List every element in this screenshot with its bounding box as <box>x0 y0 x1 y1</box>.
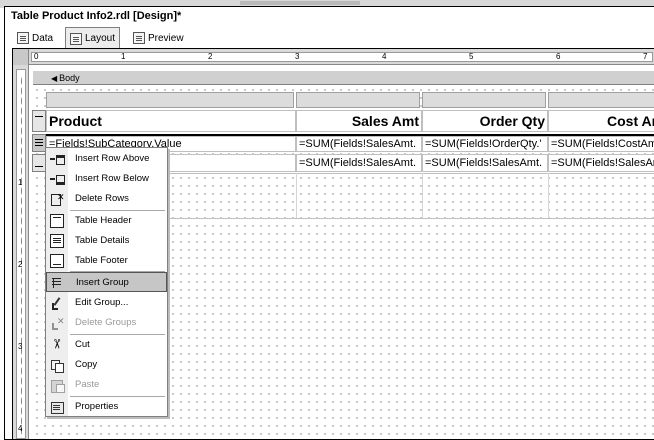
footer-cell-order-qty[interactable]: =SUM(Fields!SalesAmt. <box>422 154 548 172</box>
detail-cell-sales-amt[interactable]: =SUM(Fields!SalesAmt. <box>296 136 422 152</box>
column-handle[interactable] <box>422 92 546 108</box>
insert-group-icon <box>51 276 65 290</box>
table-header-icon <box>50 214 64 228</box>
table-header-row: Product Sales Amt Order Qty Cost Amt <box>46 110 654 132</box>
menu-item-label: Insert Row Below <box>75 173 149 184</box>
row-handle-footer[interactable] <box>32 154 46 172</box>
menu-item-label: Delete Groups <box>75 317 137 328</box>
menu-item-insert-row-below[interactable]: Insert Row Below <box>46 169 167 189</box>
detail-cell-cost-amt[interactable]: =SUM(Fields!CostAmt. <box>548 136 654 152</box>
menu-item-insert-row-above[interactable]: Insert Row Above <box>46 149 167 169</box>
menu-item-edit-group[interactable]: Edit Group... <box>46 293 167 313</box>
copy-icon <box>50 358 64 373</box>
column-handle[interactable] <box>296 92 420 108</box>
paste-icon <box>50 378 65 393</box>
layout-icon <box>70 32 82 45</box>
row-handle-header[interactable] <box>32 110 46 132</box>
tab-layout[interactable]: Layout <box>65 27 121 49</box>
document-tab-title[interactable]: Table Product Info2.rdl [Design]* <box>11 10 181 22</box>
insert-row-above-icon <box>50 152 65 166</box>
table-details-icon <box>50 234 64 248</box>
menu-item-table-header[interactable]: Table Header <box>46 211 167 231</box>
column-guide <box>548 173 549 218</box>
footer-cell-cost-amt[interactable]: =SUM(Fields!SalesAmt <box>548 154 654 172</box>
insert-row-below-icon <box>50 172 65 186</box>
header-cell-order-qty[interactable]: Order Qty <box>422 110 548 132</box>
tab-layout-label: Layout <box>85 33 116 44</box>
menu-item-label: Delete Rows <box>75 193 129 204</box>
menu-item-label: Table Header <box>75 215 132 226</box>
tab-data[interactable]: Data <box>13 27 57 49</box>
menu-item-cut[interactable]: Cut <box>46 335 167 355</box>
menu-item-label: Properties <box>75 401 119 412</box>
column-guide <box>422 173 423 218</box>
detail-cell-order-qty[interactable]: =SUM(Fields!OrderQty.' <box>422 136 548 152</box>
menu-item-insert-group[interactable]: Insert Group <box>46 272 167 292</box>
table-footer-icon <box>35 166 43 167</box>
properties-icon <box>50 400 64 414</box>
menu-item-label: Edit Group... <box>75 297 129 308</box>
menu-item-paste[interactable]: Paste <box>46 375 167 395</box>
edit-group-icon <box>50 296 64 310</box>
menu-item-properties[interactable]: Properties <box>46 397 167 417</box>
menu-item-label: Table Footer <box>75 255 128 266</box>
context-menu: Insert Row Above Insert Row Below Delete… <box>45 147 168 417</box>
data-icon <box>17 32 29 44</box>
menu-item-delete-groups[interactable]: Delete Groups <box>46 313 167 333</box>
menu-item-copy[interactable]: Copy <box>46 355 167 375</box>
column-handle[interactable] <box>46 92 294 108</box>
top-strip-selection <box>240 1 360 5</box>
delete-rows-icon <box>50 192 65 206</box>
header-cell-sales-amt[interactable]: Sales Amt <box>296 110 422 132</box>
tab-preview-label: Preview <box>148 32 184 44</box>
row-handle-detail[interactable] <box>32 134 46 152</box>
table-header-icon <box>35 116 43 117</box>
preview-icon <box>133 32 145 44</box>
header-cell-cost-amt[interactable]: Cost Amt <box>548 110 654 132</box>
menu-item-table-details[interactable]: Table Details <box>46 231 167 251</box>
cut-icon <box>50 338 64 352</box>
menu-item-label: Insert Row Above <box>75 153 150 164</box>
tab-preview[interactable]: Preview <box>129 27 188 49</box>
header-cell-product[interactable]: Product <box>46 110 296 132</box>
tab-data-label: Data <box>32 32 54 44</box>
menu-item-delete-rows[interactable]: Delete Rows <box>46 189 167 209</box>
table-footer-icon <box>50 254 64 268</box>
table-details-icon <box>35 139 43 140</box>
column-guide <box>296 173 297 218</box>
menu-item-label: Cut <box>75 339 90 350</box>
menu-item-label: Table Details <box>75 235 130 246</box>
column-handle[interactable] <box>548 92 654 108</box>
menu-item-label: Insert Group <box>76 277 129 288</box>
delete-groups-icon <box>50 316 65 330</box>
menu-item-table-footer[interactable]: Table Footer <box>46 251 167 271</box>
menu-item-label: Copy <box>75 359 98 370</box>
table-column-handles <box>46 92 654 108</box>
menu-item-label: Paste <box>75 379 100 390</box>
footer-cell-sales-amt[interactable]: =SUM(Fields!SalesAmt. <box>296 154 422 172</box>
